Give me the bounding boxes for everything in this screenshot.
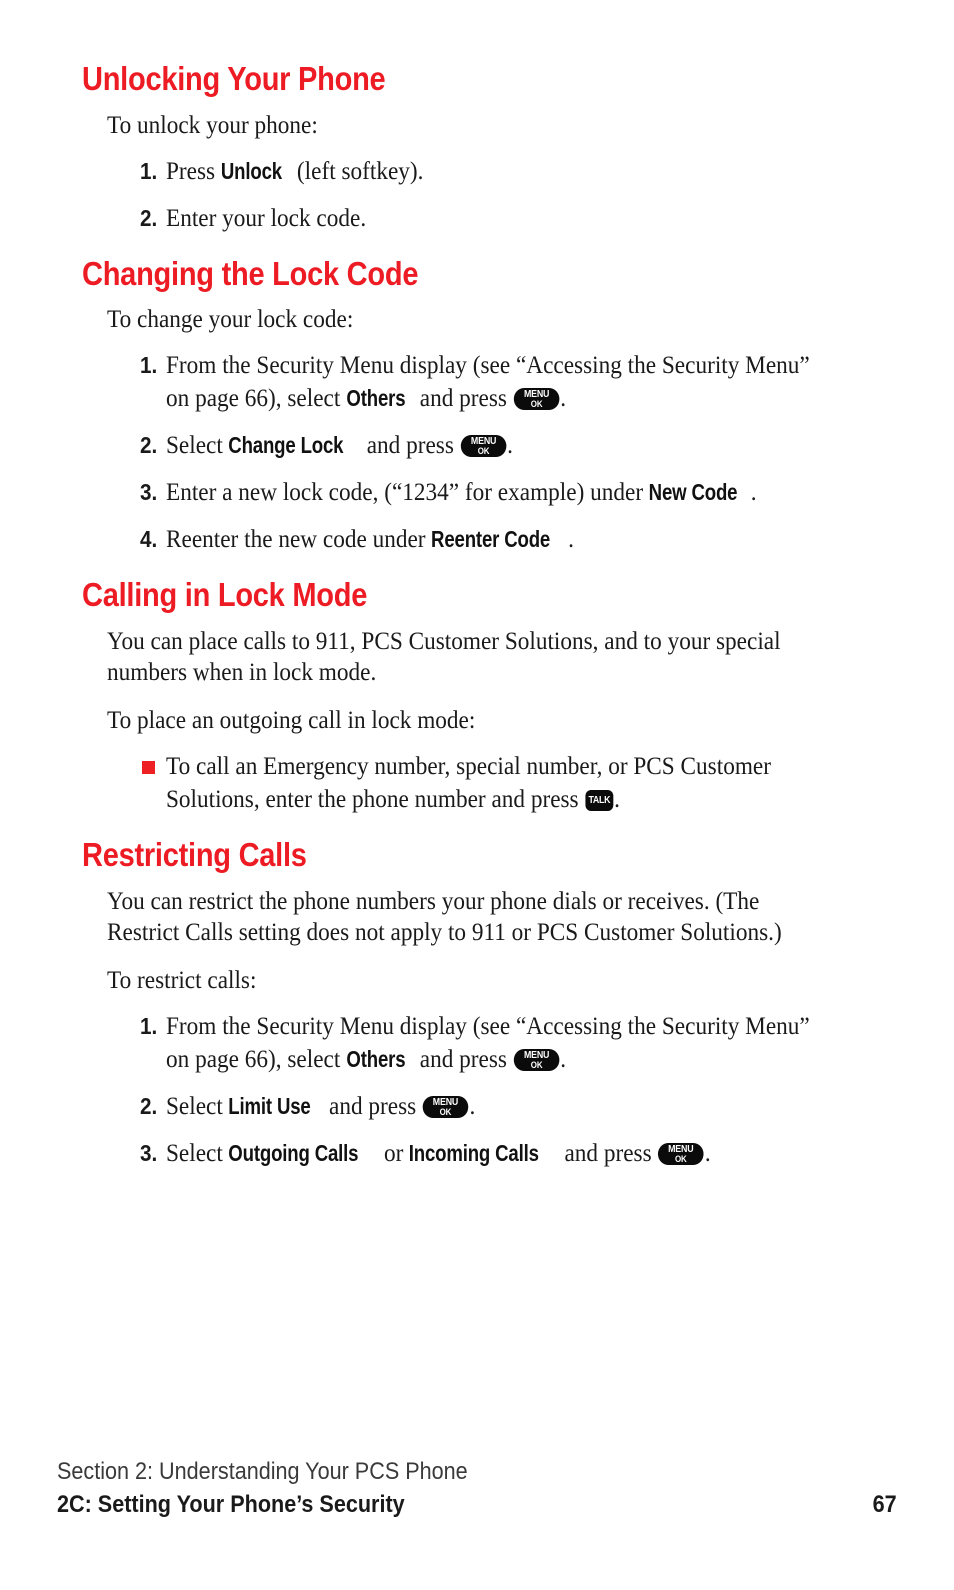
paragraph-restricting-calls: You can restrict the phone numbers your …	[107, 887, 782, 946]
text-run: Select	[166, 432, 229, 460]
heading-changing-the-lock-code: Changing the Lock Code	[82, 254, 419, 292]
list-item-text: Select Limit Use and press MENU OK.	[166, 1090, 823, 1123]
menu-ok-key-icon: MENU OK	[658, 1142, 704, 1165]
heading-restricting-calls: Restricting Calls	[82, 835, 307, 873]
text-run: .	[614, 785, 620, 813]
menu-ok-key-icon: MENU OK	[513, 388, 560, 411]
text-run: .	[560, 385, 567, 413]
page-footer: Section 2: Understanding Your PCS Phone …	[57, 1458, 897, 1520]
list-marker: 2.	[140, 1092, 158, 1119]
menu-ok-key-icon: MENU OK	[513, 1048, 560, 1071]
text-run: and press	[413, 385, 513, 413]
list-marker: 3.	[140, 1139, 158, 1166]
list-item-text: Enter a new lock code, (“1234” for examp…	[166, 476, 823, 509]
text-run: .	[507, 432, 513, 460]
ui-term-others: Others	[346, 1045, 406, 1072]
text-run: Press	[166, 157, 221, 185]
list-restricting-calls-steps: 1. From the Security Menu display (see “…	[82, 1010, 882, 1170]
ui-term-limit-use: Limit Use	[228, 1092, 311, 1119]
intro-calling-lock-mode: To place an outgoing call in lock mode:	[107, 706, 476, 734]
text-run: and press	[413, 1045, 513, 1073]
text-run: Select	[166, 1139, 229, 1167]
section-restricting-calls: Restricting Calls You can restrict the p…	[82, 838, 882, 1170]
text-run: Enter a new lock code, (“1234” for examp…	[166, 479, 649, 507]
ui-term-reenter-code: Reenter Code	[431, 526, 551, 553]
talk-key-label: TALK	[588, 794, 611, 806]
footer-chapter-row: 2C: Setting Your Phone’s Security 67	[57, 1490, 897, 1520]
manual-page: Unlocking Your Phone To unlock your phon…	[0, 0, 954, 1590]
menu-key-line2: OK	[530, 1059, 543, 1070]
menu-key-line2: OK	[530, 399, 543, 410]
heading-unlocking-your-phone: Unlocking Your Phone	[82, 60, 386, 97]
text-run: (left softkey).	[291, 157, 424, 185]
page-number: 67	[872, 1491, 897, 1518]
menu-key-line2: OK	[439, 1106, 452, 1117]
list-marker: 1.	[140, 157, 158, 184]
text-run: and press	[323, 1092, 423, 1120]
ui-term-unlock: Unlock	[220, 157, 282, 184]
text-run: Select	[166, 1092, 229, 1120]
list-marker: 3.	[140, 479, 158, 506]
list-item-text: From the Security Menu display (see “Acc…	[166, 1010, 823, 1076]
list-item-text: Select Change Lock and press MENU OK.	[166, 429, 823, 462]
text-run: .	[469, 1092, 476, 1120]
square-bullet-icon	[142, 760, 155, 774]
list-item: 4. Reenter the new code under Reenter Co…	[82, 523, 872, 556]
section-unlocking-your-phone: Unlocking Your Phone To unlock your phon…	[82, 62, 882, 235]
menu-ok-key-icon: MENU OK	[422, 1095, 469, 1118]
list-item: 3. Enter a new lock code, (“1234” for ex…	[82, 476, 872, 509]
ui-term-incoming-calls: Incoming Calls	[409, 1139, 540, 1166]
list-marker: 2.	[140, 432, 158, 459]
list-item-text: Select Outgoing Calls or Incoming Calls …	[166, 1137, 823, 1170]
text-run: .	[568, 526, 574, 554]
ui-term-others: Others	[346, 385, 406, 412]
paragraph-calling-lock-mode: You can place calls to 911, PCS Customer…	[107, 627, 781, 686]
list-item: 1. From the Security Menu display (see “…	[82, 349, 872, 415]
menu-ok-key-icon: MENU OK	[460, 435, 507, 458]
ui-term-new-code: New Code	[648, 479, 738, 506]
section-calling-in-lock-mode: Calling in Lock Mode You can place calls…	[82, 578, 882, 816]
list-item-text: Reenter the new code under Reenter Code.	[166, 523, 823, 556]
intro-unlocking: To unlock your phone:	[107, 111, 318, 139]
text-run: Reenter the new code under	[166, 526, 432, 554]
talk-key-icon: TALK	[585, 789, 614, 811]
list-changing-lock-code-steps: 1. From the Security Menu display (see “…	[82, 349, 882, 556]
list-marker: 1.	[140, 352, 158, 379]
text-run: To call an Emergency number, special num…	[166, 752, 771, 813]
menu-key-line2: OK	[477, 446, 490, 457]
list-marker: 2.	[140, 204, 158, 231]
list-calling-lock-mode-bullets: To call an Emergency number, special num…	[82, 750, 882, 816]
list-item: 3. Select Outgoing Calls or Incoming Cal…	[82, 1137, 872, 1170]
ui-term-change-lock: Change Lock	[228, 432, 344, 459]
list-marker: 4.	[140, 526, 158, 553]
page-content: Unlocking Your Phone To unlock your phon…	[82, 62, 882, 1170]
list-item: 1. Press Unlock (left softkey).	[82, 155, 872, 188]
list-item-text: To call an Emergency number, special num…	[166, 750, 823, 816]
text-run: or	[378, 1139, 410, 1167]
list-item: 1. From the Security Menu display (see “…	[82, 1010, 872, 1076]
list-item: 2. Select Change Lock and press MENU OK.	[82, 429, 872, 462]
heading-calling-in-lock-mode: Calling in Lock Mode	[82, 576, 368, 614]
list-item-text: From the Security Menu display (see “Acc…	[166, 349, 823, 415]
list-item-text: Press Unlock (left softkey).	[166, 155, 823, 188]
ui-term-outgoing-calls: Outgoing Calls	[228, 1139, 359, 1166]
menu-key-line2: OK	[675, 1153, 687, 1164]
list-item: 2. Select Limit Use and press MENU OK.	[82, 1090, 872, 1123]
list-marker: 1.	[140, 1012, 158, 1039]
intro-restricting-calls: To restrict calls:	[107, 966, 257, 994]
list-item: To call an Emergency number, special num…	[82, 750, 872, 816]
text-run: and press	[360, 432, 460, 460]
text-run: and press	[558, 1139, 658, 1167]
footer-chapter-title: 2C: Setting Your Phone’s Security	[57, 1491, 405, 1518]
text-run: .	[704, 1139, 711, 1167]
intro-changing-lock-code: To change your lock code:	[107, 306, 354, 334]
list-item: 2. Enter your lock code.	[82, 202, 872, 235]
section-changing-the-lock-code: Changing the Lock Code To change your lo…	[82, 254, 882, 557]
text-run: .	[560, 1045, 567, 1073]
footer-section-line: Section 2: Understanding Your PCS Phone	[57, 1458, 468, 1485]
list-item-text: Enter your lock code.	[166, 202, 823, 235]
text-run: Enter your lock code.	[166, 204, 367, 232]
list-unlocking-steps: 1. Press Unlock (left softkey). 2. Enter…	[82, 155, 882, 235]
text-run: .	[750, 479, 757, 507]
